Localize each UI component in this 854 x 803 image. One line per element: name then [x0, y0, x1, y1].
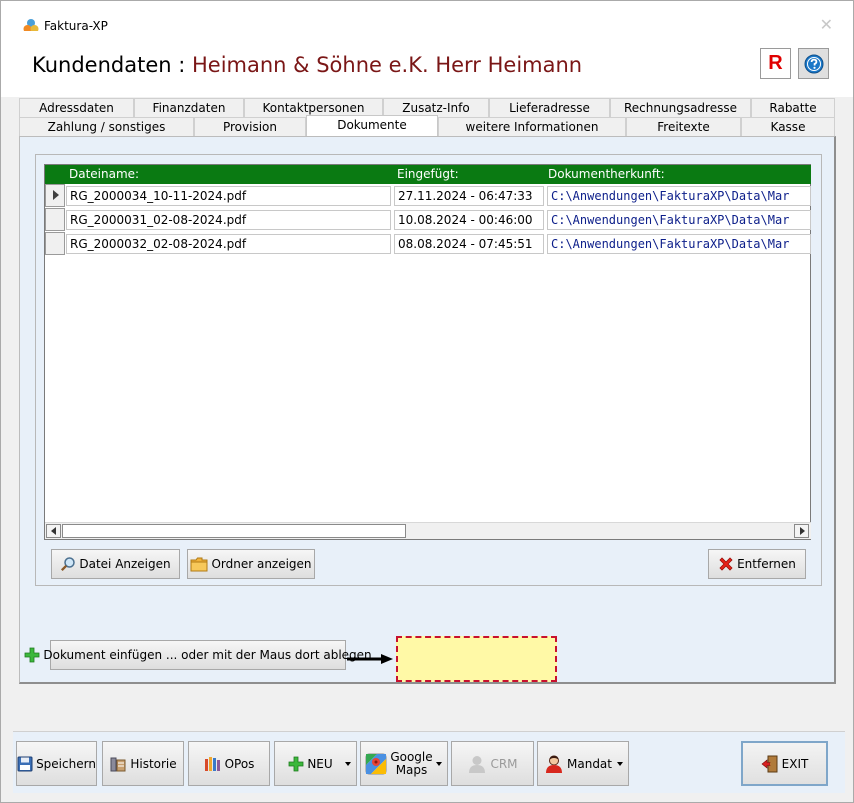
save-button[interactable]: Speichern [16, 741, 97, 786]
exit-label: EXIT [781, 756, 809, 771]
cell-source[interactable]: C:\Anwendungen\FakturaXP\Data\Mar [547, 234, 811, 254]
folder-icon [190, 557, 208, 572]
show-folder-label: Ordner anzeigen [211, 557, 312, 571]
customer-name: Heimann & Söhne e.K. Herr Heimann [192, 53, 583, 77]
title-bar: Faktura-XP ✕ [1, 1, 853, 33]
insert-document-button[interactable]: Dokument einfügen ... oder mit der Maus … [24, 640, 372, 670]
tab-rechnungsadresse[interactable]: Rechnungsadresse [610, 98, 751, 117]
mandate-person-icon [544, 754, 564, 774]
row-indicator[interactable] [45, 184, 65, 207]
google-maps-button[interactable]: Google Maps [360, 741, 448, 786]
tab-dokumente[interactable]: Dokumente [306, 115, 438, 136]
exit-button[interactable]: EXIT [741, 741, 828, 786]
mandate-button[interactable]: Mandat [537, 741, 629, 786]
ledger-icon [204, 756, 222, 772]
table-row[interactable]: RG_2000034_10-11-2024.pdf 27.11.2024 - 0… [45, 184, 811, 207]
tab-provision[interactable]: Provision [194, 117, 306, 136]
show-file-label: Datei Anzeigen [79, 557, 171, 571]
new-button[interactable]: NEU [274, 741, 357, 786]
tab-adressdaten[interactable]: Adressdaten [19, 98, 134, 117]
tab-freitexte[interactable]: Freitexte [626, 117, 741, 136]
tab-weitere-informationen[interactable]: weitere Informationen [438, 117, 626, 136]
tab-lieferadresse[interactable]: Lieferadresse [489, 98, 610, 117]
table-row[interactable]: RG_2000031_02-08-2024.pdf 10.08.2024 - 0… [45, 208, 811, 231]
help-icon [804, 54, 823, 73]
chevron-down-icon[interactable] [617, 762, 623, 766]
row-indicator[interactable] [45, 232, 65, 255]
current-row-marker-icon [53, 190, 59, 200]
tab-kasse[interactable]: Kasse [741, 117, 835, 136]
history-label: Historie [130, 756, 177, 771]
documents-tab-panel: Dateiname: Eingefügt: Dokumentherkunft: … [19, 136, 836, 684]
cell-source[interactable]: C:\Anwendungen\FakturaXP\Data\Mar [547, 210, 811, 230]
page-title: Kundendaten : Heimann & Söhne e.K. Herr … [32, 53, 582, 77]
help-button[interactable] [798, 48, 829, 79]
grid-header: Dateiname: Eingefügt: Dokumentherkunft: [45, 165, 811, 184]
scroll-right-button[interactable] [794, 524, 809, 538]
insert-document-label: Dokument einfügen ... oder mit der Maus … [43, 648, 372, 662]
crm-button[interactable]: CRM [451, 741, 534, 786]
tab-row-2: Zahlung / sonstiges Provision Dokumente … [19, 115, 835, 136]
documents-grid[interactable]: Dateiname: Eingefügt: Dokumentherkunft: … [44, 164, 811, 540]
documents-group: Dateiname: Eingefügt: Dokumentherkunft: … [35, 154, 822, 586]
green-plus-icon [288, 756, 304, 772]
cell-inserted[interactable]: 10.08.2024 - 00:46:00 [394, 210, 544, 230]
tab-finanzdaten[interactable]: Finanzdaten [134, 98, 244, 117]
column-header-inserted[interactable]: Eingefügt: [397, 167, 459, 181]
opos-label: OPos [224, 756, 255, 771]
table-row[interactable]: RG_2000032_02-08-2024.pdf 08.08.2024 - 0… [45, 232, 811, 255]
arrow-left-icon [51, 527, 56, 535]
opos-button[interactable]: OPos [188, 741, 270, 786]
main-window: Faktura-XP ✕ Kundendaten : Heimann & Söh… [0, 0, 854, 803]
scroll-left-button[interactable] [46, 524, 61, 538]
column-header-filename[interactable]: Dateiname: [69, 167, 139, 181]
horizontal-scrollbar[interactable] [45, 522, 811, 539]
magnifier-icon [60, 556, 76, 572]
tab-control: Adressdaten Finanzdaten Kontaktpersonen … [19, 97, 836, 685]
mandate-label: Mandat [567, 756, 612, 771]
show-folder-button[interactable]: Ordner anzeigen [187, 549, 315, 579]
page-title-label: Kundendaten : [32, 53, 192, 77]
scroll-thumb[interactable] [62, 524, 406, 538]
tab-zahlung-sonstiges[interactable]: Zahlung / sonstiges [19, 117, 194, 136]
cell-inserted[interactable]: 08.08.2024 - 07:45:51 [394, 234, 544, 254]
floppy-icon [17, 756, 33, 772]
google-maps-label-line2: Maps [395, 762, 428, 777]
remove-label: Entfernen [737, 557, 796, 571]
green-plus-icon [24, 647, 40, 663]
cell-inserted[interactable]: 27.11.2024 - 06:47:33 [394, 186, 544, 206]
column-header-source[interactable]: Dokumentherkunft: [548, 167, 665, 181]
chevron-down-icon[interactable] [345, 762, 351, 766]
remove-button[interactable]: Entfernen [708, 549, 806, 579]
arrow-right-icon [347, 654, 393, 664]
arrow-right-icon [800, 527, 805, 535]
bottom-toolbar: Speichern Historie OPos NEU Google Maps … [13, 731, 845, 793]
google-maps-label: Google Maps [390, 749, 433, 777]
r-button[interactable]: R [760, 48, 791, 79]
show-file-button[interactable]: Datei Anzeigen [51, 549, 180, 579]
tab-rabatte[interactable]: Rabatte [751, 98, 835, 117]
cell-filename[interactable]: RG_2000032_02-08-2024.pdf [66, 234, 391, 254]
crm-label: CRM [490, 756, 518, 771]
red-x-icon [718, 556, 734, 572]
exit-door-icon [761, 755, 779, 773]
crm-person-icon [467, 754, 487, 774]
drop-zone[interactable] [396, 636, 557, 682]
new-label: NEU [307, 756, 333, 771]
cell-source[interactable]: C:\Anwendungen\FakturaXP\Data\Mar [547, 186, 811, 206]
cell-filename[interactable]: RG_2000031_02-08-2024.pdf [66, 210, 391, 230]
google-maps-icon [365, 753, 387, 775]
row-indicator[interactable] [45, 208, 65, 231]
google-maps-label-line1: Google [390, 749, 433, 764]
save-label: Speichern [36, 756, 96, 771]
history-button[interactable]: Historie [102, 741, 184, 786]
header: Kundendaten : Heimann & Söhne e.K. Herr … [1, 31, 853, 97]
cell-filename[interactable]: RG_2000034_10-11-2024.pdf [66, 186, 391, 206]
chevron-down-icon[interactable] [436, 762, 442, 766]
history-icon [109, 756, 127, 772]
